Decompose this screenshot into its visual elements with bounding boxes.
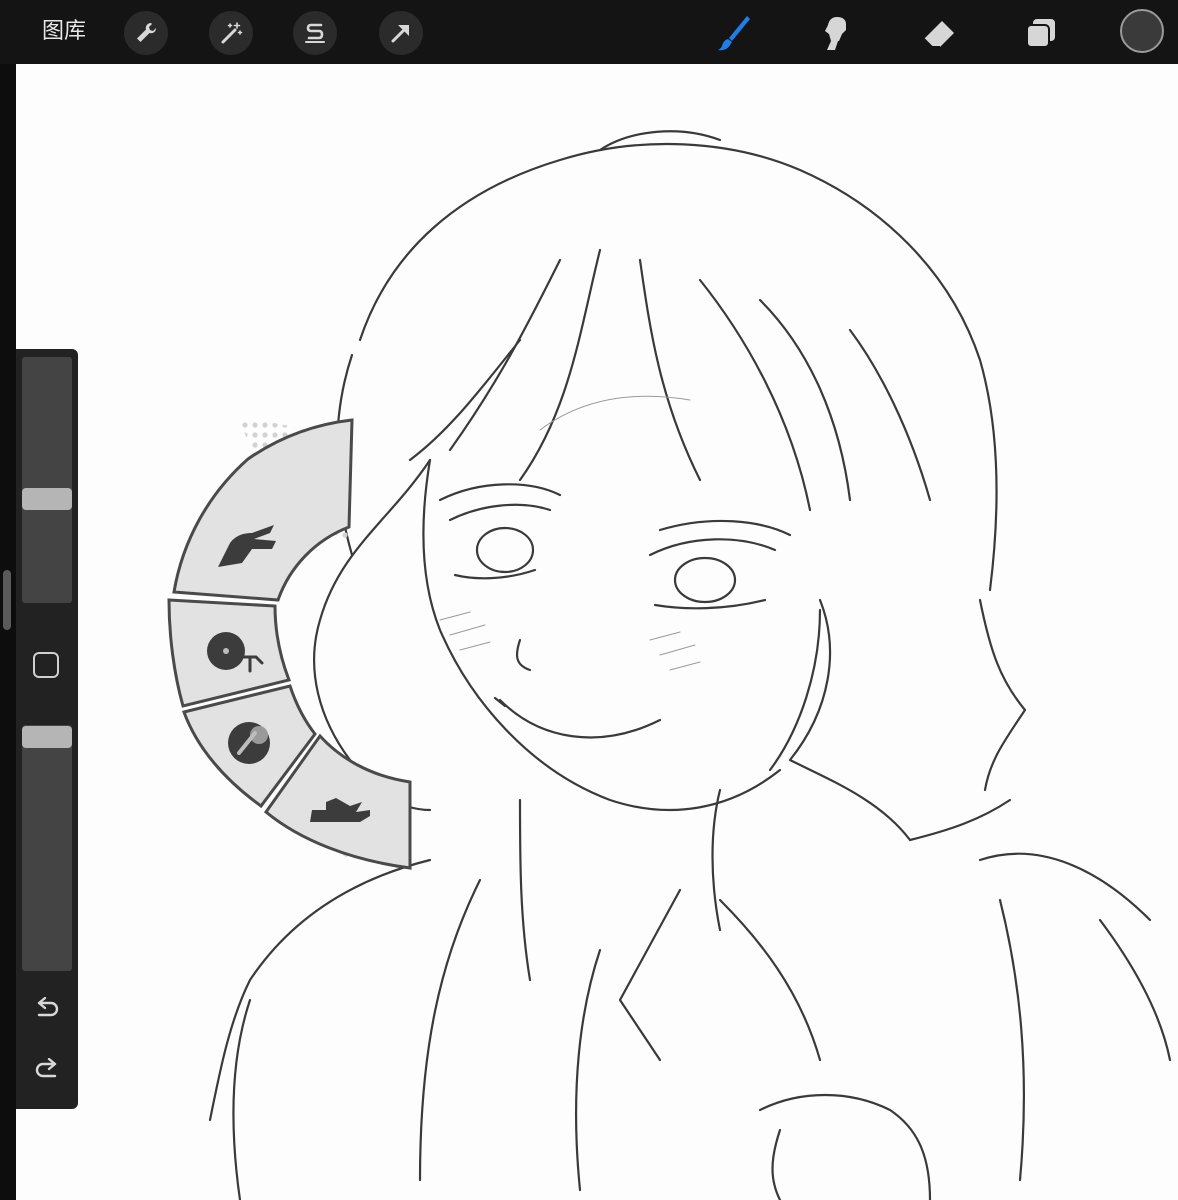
opacity-thumb[interactable] bbox=[22, 726, 72, 748]
person-eyedropper-icon bbox=[202, 627, 272, 679]
side-panel bbox=[16, 349, 78, 1109]
gallery-button[interactable]: 图库 bbox=[42, 18, 86, 46]
left-edge bbox=[0, 64, 16, 1200]
magic-wand-icon[interactable] bbox=[209, 11, 253, 55]
hand-palm-icon bbox=[306, 788, 376, 828]
brush-size-slider[interactable] bbox=[22, 357, 72, 603]
knob-icon bbox=[221, 717, 285, 769]
radial-quick-menu bbox=[167, 418, 412, 870]
selection-s-icon[interactable] bbox=[293, 11, 337, 55]
square-modifier-icon[interactable] bbox=[33, 652, 59, 678]
wrench-icon[interactable] bbox=[124, 11, 168, 55]
color-picker-button[interactable] bbox=[1120, 9, 1164, 53]
hand-pinch-icon bbox=[212, 515, 284, 575]
opacity-slider[interactable] bbox=[22, 725, 72, 971]
drawing-canvas[interactable] bbox=[16, 64, 1178, 1200]
layers-icon[interactable] bbox=[1017, 10, 1065, 56]
eraser-icon[interactable] bbox=[915, 10, 963, 56]
redo-icon[interactable] bbox=[30, 1055, 64, 1085]
sidebar-handle[interactable] bbox=[3, 570, 11, 630]
smudge-icon[interactable] bbox=[813, 10, 861, 56]
brush-size-thumb[interactable] bbox=[22, 488, 72, 510]
top-toolbar: 图库 bbox=[0, 0, 1178, 64]
arrow-cursor-icon[interactable] bbox=[379, 11, 423, 55]
brush-icon[interactable] bbox=[711, 10, 759, 56]
undo-icon[interactable] bbox=[30, 994, 64, 1024]
